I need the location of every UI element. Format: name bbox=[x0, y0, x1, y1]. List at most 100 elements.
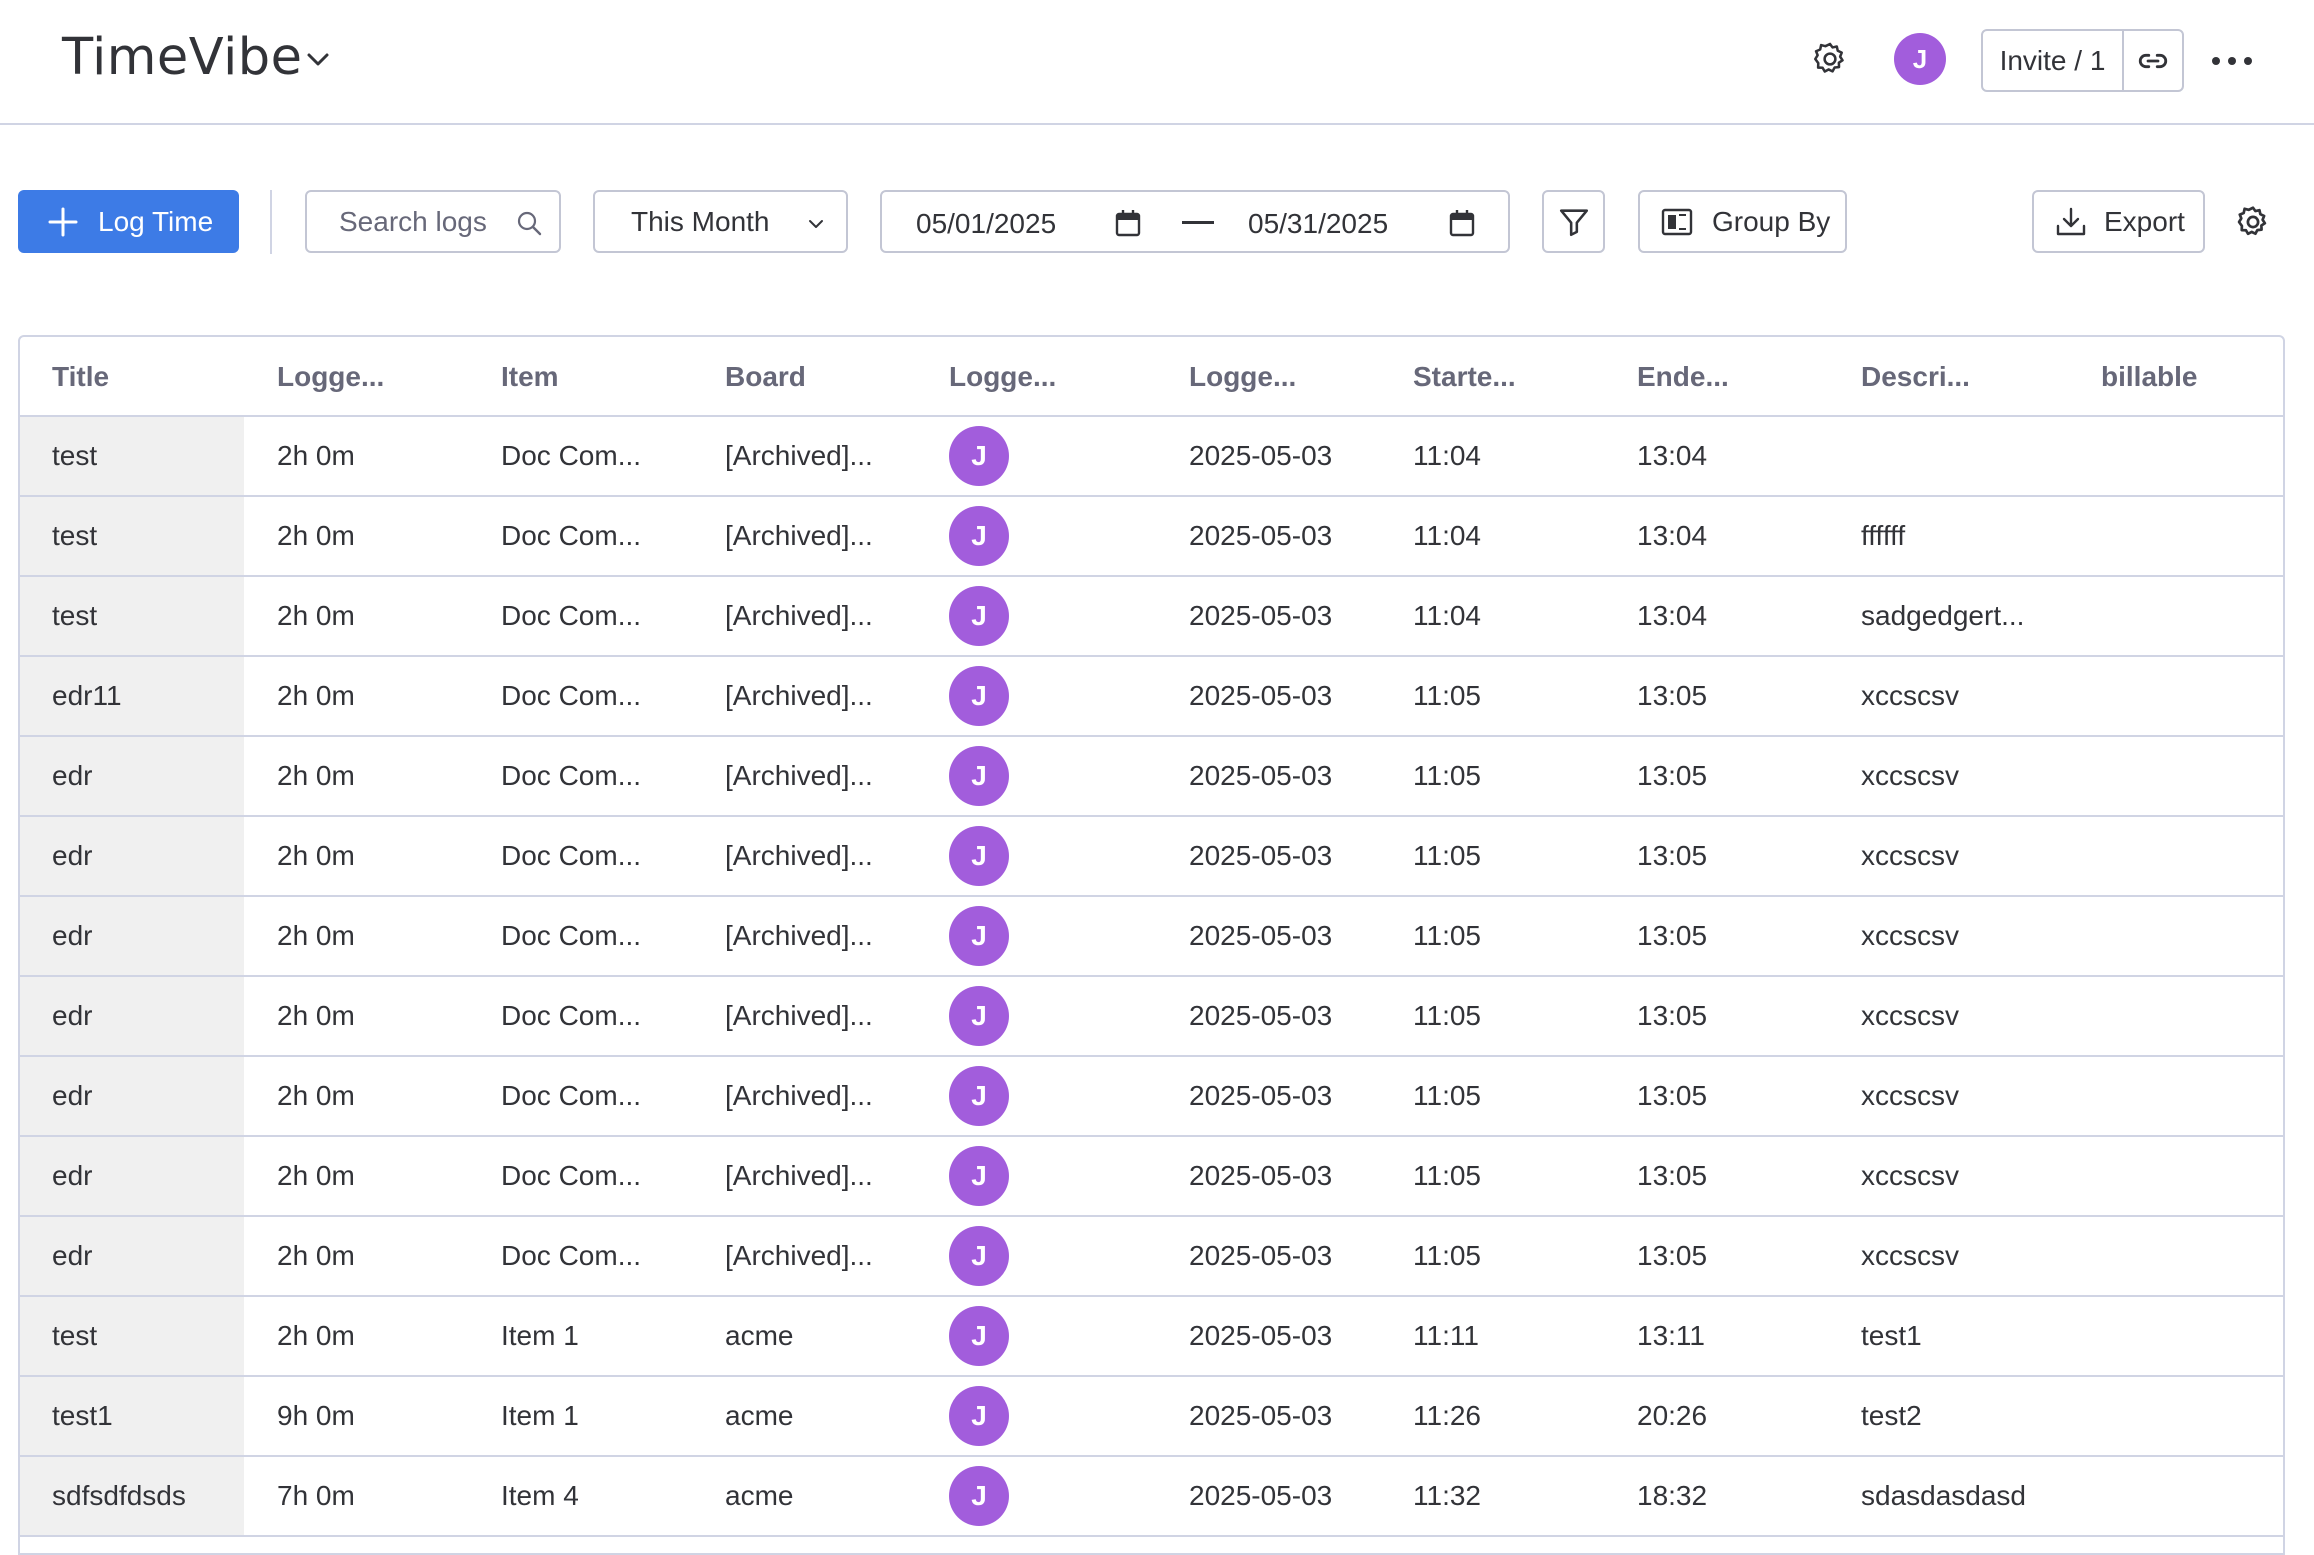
cell-title[interactable]: edr bbox=[52, 1057, 92, 1135]
table-row[interactable]: edr 2h 0m Doc Com... [Archived]... J 2025-05-… bbox=[20, 1217, 2283, 1297]
cell-description[interactable]: xccscsv bbox=[1861, 817, 1959, 895]
table-row[interactable]: sdfsdfdsds 7h 0m Item 4 acme J 2025-05-03 11:3… bbox=[20, 1457, 2283, 1537]
cell-started[interactable]: 11:05 bbox=[1413, 737, 1481, 815]
chevron-down-icon[interactable] bbox=[303, 44, 333, 74]
cell-started[interactable]: 11:05 bbox=[1413, 657, 1481, 735]
cell-title[interactable]: test bbox=[52, 577, 97, 655]
table-settings-gear-icon[interactable] bbox=[2235, 204, 2271, 240]
cell-board[interactable]: acme bbox=[725, 1297, 793, 1375]
cell-ended[interactable]: 13:04 bbox=[1637, 497, 1707, 575]
group-by-button[interactable]: Group By bbox=[1638, 190, 1847, 253]
cell-title[interactable]: test bbox=[52, 497, 97, 575]
cell-logged-date[interactable]: 2025-05-03 bbox=[1189, 497, 1332, 575]
cell-board[interactable]: [Archived]... bbox=[725, 1057, 873, 1135]
user-avatar[interactable]: J bbox=[949, 666, 1009, 726]
cell-board[interactable]: [Archived]... bbox=[725, 897, 873, 975]
cell-logged-time[interactable]: 2h 0m bbox=[277, 1137, 355, 1215]
column-header-billable[interactable]: billable bbox=[2101, 337, 2197, 417]
cell-ended[interactable]: 13:05 bbox=[1637, 737, 1707, 815]
cell-logged-date[interactable]: 2025-05-03 bbox=[1189, 817, 1332, 895]
cell-board[interactable]: [Archived]... bbox=[725, 737, 873, 815]
cell-started[interactable]: 11:04 bbox=[1413, 577, 1481, 655]
cell-ended[interactable]: 13:11 bbox=[1637, 1297, 1705, 1375]
cell-item[interactable]: Doc Com... bbox=[501, 897, 641, 975]
cell-started[interactable]: 11:26 bbox=[1413, 1377, 1481, 1455]
table-row[interactable]: test 2h 0m Doc Com... [Archived]... J 2025-05… bbox=[20, 577, 2283, 657]
cell-started[interactable]: 11:05 bbox=[1413, 1217, 1481, 1295]
cell-board[interactable]: [Archived]... bbox=[725, 1217, 873, 1295]
cell-item[interactable]: Doc Com... bbox=[501, 657, 641, 735]
cell-title[interactable]: edr bbox=[52, 1217, 92, 1295]
column-header-description[interactable]: Descri... bbox=[1861, 337, 1970, 417]
user-avatar[interactable]: J bbox=[949, 1466, 1009, 1526]
cell-board[interactable]: [Archived]... bbox=[725, 657, 873, 735]
cell-ended[interactable]: 13:05 bbox=[1637, 1057, 1707, 1135]
cell-logged-time[interactable]: 2h 0m bbox=[277, 417, 355, 495]
cell-logged-time[interactable]: 2h 0m bbox=[277, 497, 355, 575]
cell-logged-date[interactable]: 2025-05-03 bbox=[1189, 897, 1332, 975]
cell-item[interactable]: Doc Com... bbox=[501, 737, 641, 815]
column-header-logged-date[interactable]: Logge... bbox=[1189, 337, 1296, 417]
calendar-icon[interactable] bbox=[1448, 208, 1476, 238]
cell-logged-time[interactable]: 2h 0m bbox=[277, 897, 355, 975]
invite-button[interactable]: Invite / 1 bbox=[1983, 31, 2124, 90]
cell-title[interactable]: test1 bbox=[52, 1377, 113, 1455]
cell-title[interactable]: edr11 bbox=[52, 657, 122, 735]
cell-item[interactable]: Doc Com... bbox=[501, 497, 641, 575]
cell-logged-time[interactable]: 7h 0m bbox=[277, 1457, 355, 1535]
cell-item[interactable]: Doc Com... bbox=[501, 817, 641, 895]
cell-ended[interactable]: 13:05 bbox=[1637, 1217, 1707, 1295]
cell-board[interactable]: [Archived]... bbox=[725, 417, 873, 495]
user-avatar[interactable]: J bbox=[949, 1386, 1009, 1446]
cell-started[interactable]: 11:05 bbox=[1413, 817, 1481, 895]
cell-board[interactable]: [Archived]... bbox=[725, 977, 873, 1055]
cell-description[interactable]: test2 bbox=[1861, 1377, 1922, 1455]
table-row[interactable]: edr 2h 0m Doc Com... [Archived]... J 2025-05-… bbox=[20, 1137, 2283, 1217]
cell-logged-date[interactable]: 2025-05-03 bbox=[1189, 737, 1332, 815]
cell-logged-date[interactable]: 2025-05-03 bbox=[1189, 1217, 1332, 1295]
cell-description[interactable]: xccscsv bbox=[1861, 1137, 1959, 1215]
search-input[interactable]: Search logs bbox=[305, 190, 561, 253]
cell-title[interactable]: edr bbox=[52, 977, 92, 1055]
cell-logged-date[interactable]: 2025-05-03 bbox=[1189, 1057, 1332, 1135]
column-header-ended[interactable]: Ende... bbox=[1637, 337, 1729, 417]
cell-logged-time[interactable]: 2h 0m bbox=[277, 817, 355, 895]
table-row[interactable]: edr 2h 0m Doc Com... [Archived]... J 2025-05-… bbox=[20, 1057, 2283, 1137]
cell-logged-time[interactable]: 2h 0m bbox=[277, 657, 355, 735]
filter-button[interactable] bbox=[1542, 190, 1605, 253]
user-avatar[interactable]: J bbox=[949, 746, 1009, 806]
user-avatar[interactable]: J bbox=[949, 1146, 1009, 1206]
user-avatar[interactable]: J bbox=[949, 906, 1009, 966]
cell-ended[interactable]: 13:05 bbox=[1637, 817, 1707, 895]
table-row[interactable]: edr 2h 0m Doc Com... [Archived]... J 2025-05-… bbox=[20, 897, 2283, 977]
cell-title[interactable]: edr bbox=[52, 737, 92, 815]
copy-link-button[interactable] bbox=[2124, 31, 2182, 90]
cell-started[interactable]: 11:05 bbox=[1413, 897, 1481, 975]
cell-item[interactable]: Item 1 bbox=[501, 1297, 579, 1375]
cell-started[interactable]: 11:05 bbox=[1413, 1057, 1481, 1135]
date-from-input[interactable]: 05/01/2025 bbox=[916, 208, 1056, 240]
cell-logged-date[interactable]: 2025-05-03 bbox=[1189, 977, 1332, 1055]
cell-title[interactable]: edr bbox=[52, 817, 92, 895]
calendar-icon[interactable] bbox=[1114, 208, 1142, 238]
settings-gear-icon[interactable] bbox=[1811, 40, 1849, 78]
column-header-logged-time[interactable]: Logge... bbox=[277, 337, 384, 417]
date-to-input[interactable]: 05/31/2025 bbox=[1248, 208, 1388, 240]
cell-started[interactable]: 11:04 bbox=[1413, 497, 1481, 575]
cell-ended[interactable]: 13:05 bbox=[1637, 1137, 1707, 1215]
cell-logged-date[interactable]: 2025-05-03 bbox=[1189, 1457, 1332, 1535]
user-avatar[interactable]: J bbox=[949, 826, 1009, 886]
column-header-title[interactable]: Title bbox=[52, 337, 109, 417]
cell-item[interactable]: Item 4 bbox=[501, 1457, 579, 1535]
user-avatar[interactable]: J bbox=[949, 1066, 1009, 1126]
user-avatar[interactable]: J bbox=[949, 986, 1009, 1046]
cell-description[interactable]: test1 bbox=[1861, 1297, 1922, 1375]
cell-description[interactable]: xccscsv bbox=[1861, 1217, 1959, 1295]
column-header-board[interactable]: Board bbox=[725, 337, 806, 417]
app-title[interactable]: TimeVibe bbox=[62, 28, 303, 87]
cell-title[interactable]: test bbox=[52, 1297, 97, 1375]
cell-logged-time[interactable]: 2h 0m bbox=[277, 1057, 355, 1135]
user-avatar[interactable]: J bbox=[949, 1226, 1009, 1286]
cell-ended[interactable]: 13:04 bbox=[1637, 577, 1707, 655]
cell-description[interactable]: xccscsv bbox=[1861, 977, 1959, 1055]
